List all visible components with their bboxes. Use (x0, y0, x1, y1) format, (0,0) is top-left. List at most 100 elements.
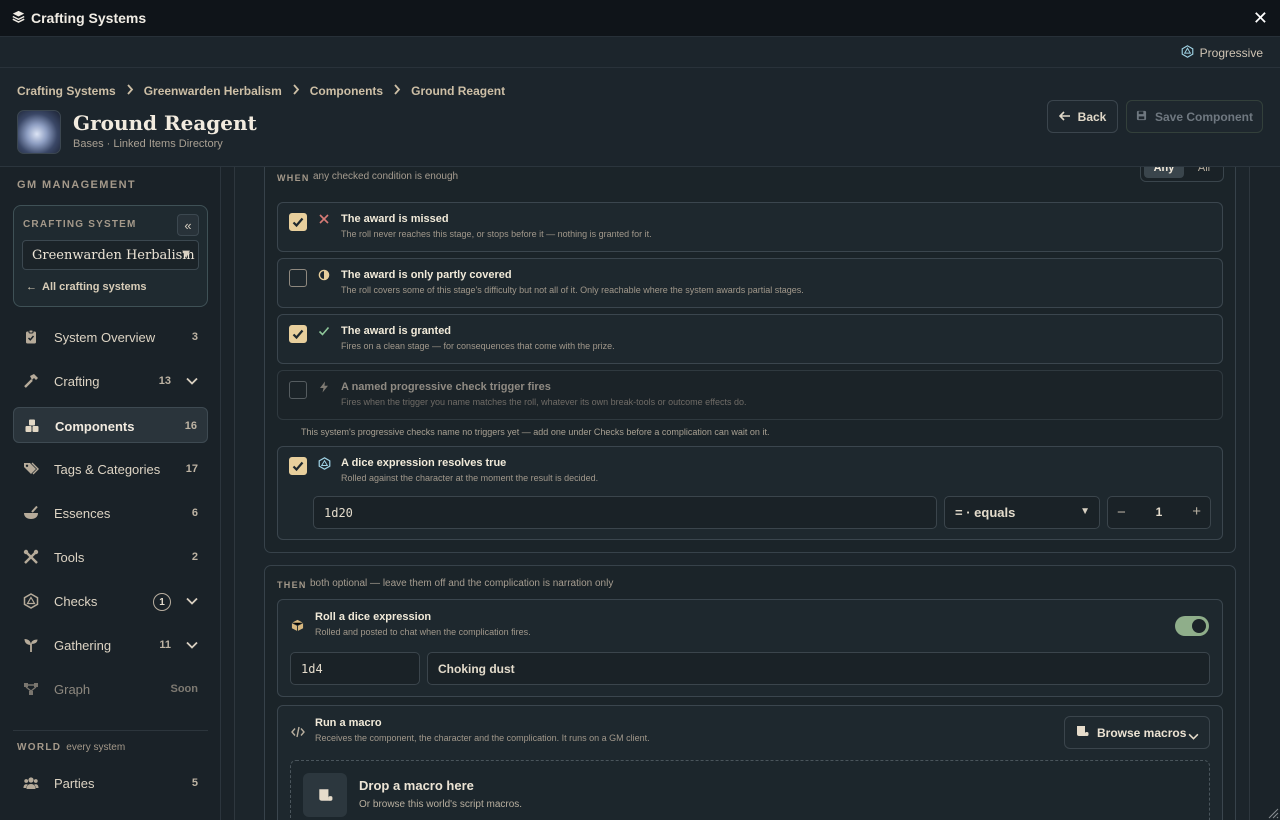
breadcrumb-separator (126, 84, 134, 98)
checks-count-badge: 1 (153, 593, 171, 611)
all-crafting-systems-link[interactable]: ← All crafting systems (26, 281, 147, 293)
condition-award-partly-covered[interactable]: The award is only partly covered The rol… (277, 258, 1223, 308)
condition-trigger-fires: A named progressive check trigger fires … (277, 370, 1223, 420)
condition-desc: Fires when the trigger you name matches … (341, 397, 747, 407)
gm-management-label: GM MANAGEMENT (17, 179, 137, 191)
run-macro-card: Run a macro Receives the component, the … (277, 705, 1223, 820)
chevron-down-icon[interactable] (186, 374, 198, 388)
code-icon (291, 726, 305, 741)
users-icon (23, 775, 39, 791)
d20-icon (318, 457, 331, 473)
condition-title: The award is only partly covered (341, 269, 512, 281)
dropzone-title: Drop a macro here (359, 778, 474, 793)
world-label: WORLD every system (17, 742, 125, 753)
match-mode-toggle: Any All (1140, 167, 1224, 182)
roll-enabled-toggle[interactable] (1175, 616, 1209, 636)
chevron-down-icon[interactable] (186, 594, 198, 608)
browse-macros-button[interactable]: Browse macros (1064, 716, 1210, 749)
operator-select[interactable]: = · equals ▼ (944, 496, 1100, 529)
when-hint: any checked condition is enough (313, 171, 459, 182)
breadcrumb-crafting-systems[interactable]: Crafting Systems (17, 84, 116, 98)
sidebar-item-count: 3 (191, 331, 198, 343)
condition-checkbox (289, 381, 307, 399)
sidebar-item-crafting[interactable]: Crafting 13 (13, 363, 208, 399)
tools-icon (23, 549, 39, 565)
then-label: THEN (277, 580, 307, 590)
sidebar-item-count: 11 (159, 639, 171, 651)
sidebar-item-tools[interactable]: Tools 2 (13, 539, 208, 575)
save-icon (1136, 110, 1147, 124)
sidebar-item-label: Parties (54, 776, 95, 791)
sidebar-item-label: Graph (54, 682, 91, 697)
boxes-icon (24, 418, 40, 434)
d20-icon (23, 593, 39, 609)
bolt-icon (318, 381, 331, 394)
condition-dice-expression[interactable]: A dice expression resolves true Rolled a… (277, 446, 1223, 540)
condition-checkbox[interactable] (289, 325, 307, 343)
condition-title: A named progressive check trigger fires (341, 381, 551, 393)
all-systems-label: All crafting systems (42, 281, 147, 293)
collapse-sidebar-icon[interactable]: « (177, 214, 199, 236)
trigger-note: This system's progressive checks name no… (301, 427, 770, 437)
then-hint: both optional — leave them off and the c… (310, 578, 614, 589)
scroll-icon (303, 773, 347, 817)
sidebar-item-label: Gathering (54, 638, 112, 653)
sidebar-item-gathering[interactable]: Gathering 11 (13, 627, 208, 663)
save-component-button[interactable]: Save Component (1126, 100, 1263, 133)
sidebar-item-graph: Graph Soon (13, 671, 208, 707)
macro-dropzone[interactable]: Drop a macro here Or browse this world's… (290, 760, 1210, 820)
sidebar-item-count: 16 (184, 420, 197, 432)
scroll-icon (1075, 725, 1089, 740)
roll-desc: Rolled and posted to chat when the compl… (315, 627, 531, 637)
sidebar-item-essences[interactable]: Essences 6 (13, 495, 208, 531)
back-label: Back (1077, 109, 1107, 124)
close-icon[interactable]: ✕ (1253, 9, 1268, 27)
chevron-down-icon (1188, 729, 1199, 743)
sidebar-item-parties[interactable]: Parties 5 (13, 765, 208, 801)
main-content[interactable]: WHEN any checked condition is enough Any… (221, 167, 1280, 820)
crafting-system-box: CRAFTING SYSTEM « Greenwarden Herbalism … (13, 205, 208, 307)
condition-checkbox[interactable] (289, 269, 307, 287)
plus-icon[interactable]: + (1192, 503, 1201, 520)
sidebar-item-label: Crafting (54, 374, 100, 389)
match-all-option[interactable]: All (1187, 167, 1221, 178)
browse-macros-label: Browse macros (1097, 725, 1187, 740)
mode-label: Progressive (1199, 46, 1263, 60)
sidebar-item-system-overview[interactable]: System Overview 3 (13, 319, 208, 355)
sidebar-item-count: 17 (185, 463, 198, 475)
roll-flavor-input[interactable]: Choking dust (427, 652, 1210, 685)
sidebar-item-tags-categories[interactable]: Tags & Categories 17 (13, 451, 208, 487)
clipboard-icon (23, 329, 39, 345)
condition-checkbox[interactable] (289, 457, 307, 475)
condition-award-missed[interactable]: The award is missed The roll never reach… (277, 202, 1223, 252)
sidebar-item-components[interactable]: Components 16 (13, 407, 208, 443)
sidebar-item-count: Soon (170, 683, 199, 695)
world-title: WORLD (17, 742, 62, 753)
caret-down-icon: ▼ (182, 249, 190, 260)
sidebar-item-label: System Overview (54, 330, 156, 345)
dropzone-desc: Or browse this world's script macros. (359, 799, 523, 810)
breadcrumb-components[interactable]: Components (310, 84, 383, 98)
operator-value: = · equals (955, 505, 1016, 520)
component-image[interactable] (17, 110, 61, 154)
dice-expression-input[interactable]: 1d20 (313, 496, 937, 529)
chevron-down-icon[interactable] (186, 638, 198, 652)
resize-grip-icon[interactable] (1267, 807, 1279, 819)
back-button[interactable]: Back (1047, 100, 1118, 133)
sidebar-item-label: Essences (54, 506, 111, 521)
roll-formula-input[interactable]: 1d4 (290, 652, 420, 685)
condition-checkbox[interactable] (289, 213, 307, 231)
match-any-option[interactable]: Any (1144, 167, 1184, 178)
breadcrumb: Crafting Systems Greenwarden Herbalism C… (17, 84, 505, 98)
sidebar-item-label: Components (55, 419, 135, 434)
condition-desc: The roll never reaches this stage, or st… (341, 229, 652, 239)
sidebar-divider (13, 730, 208, 731)
sidebar-item-count: 13 (158, 375, 171, 387)
mortar-icon (23, 505, 39, 521)
sidebar-item-checks[interactable]: Checks 1 (13, 583, 208, 619)
condition-award-granted[interactable]: The award is granted Fires on a clean st… (277, 314, 1223, 364)
page-title: Ground Reagent (73, 111, 257, 135)
breadcrumb-system[interactable]: Greenwarden Herbalism (144, 84, 282, 98)
macro-desc: Receives the component, the character an… (315, 733, 650, 743)
crafting-system-select[interactable]: Greenwarden Herbalism ▼ (22, 240, 199, 270)
